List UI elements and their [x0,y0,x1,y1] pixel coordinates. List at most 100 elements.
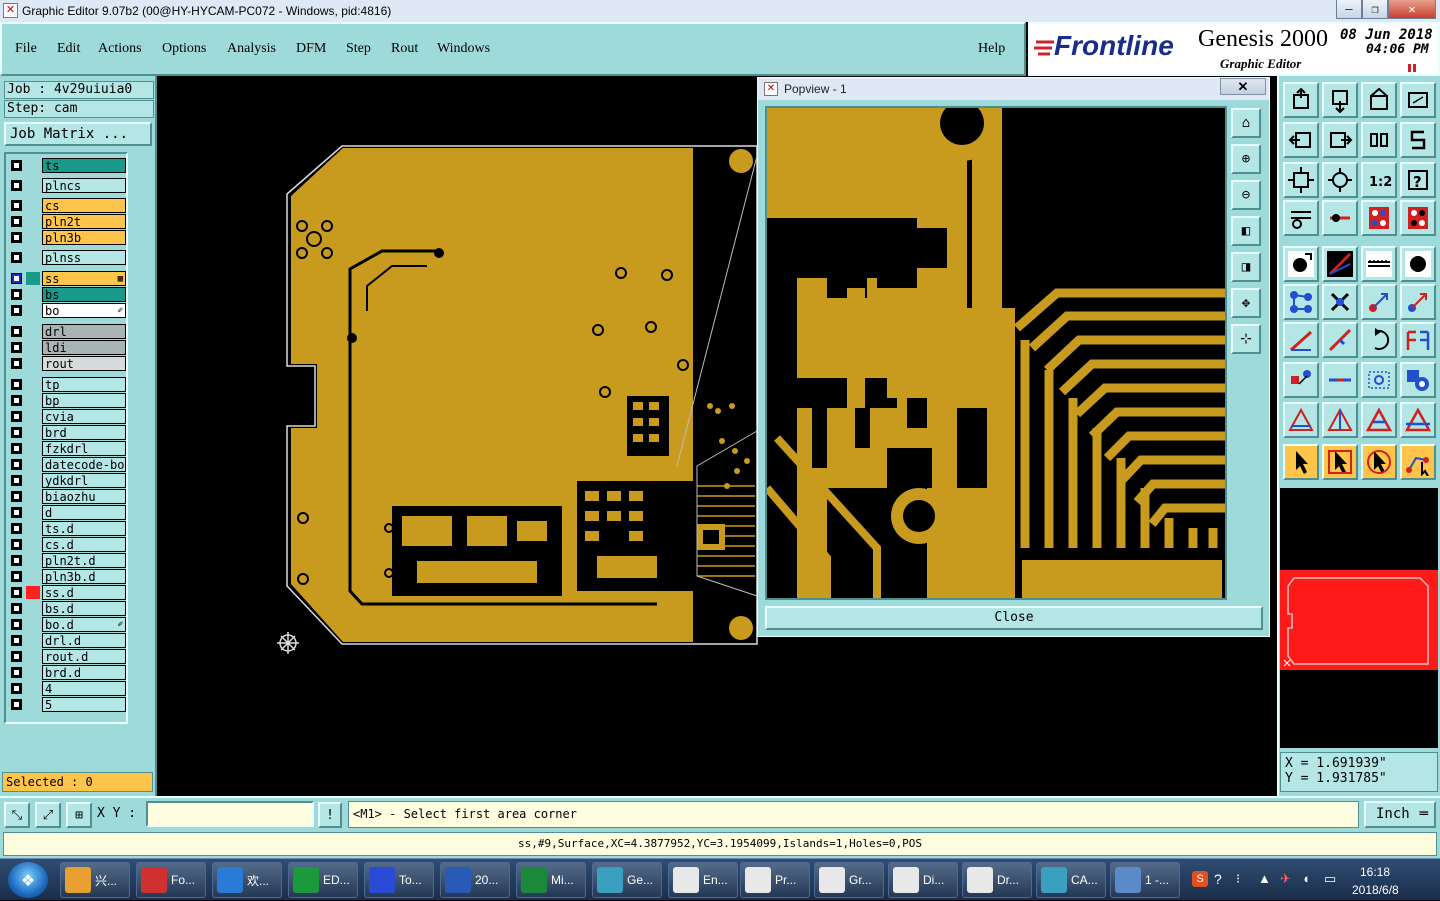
cut-icon[interactable] [1322,362,1358,398]
layer-name[interactable]: rout.d [42,649,126,664]
multi-select-icon[interactable] [1400,444,1436,480]
layer-name[interactable]: d [42,505,126,520]
layer-checkbox[interactable] [11,395,22,406]
grid-mode-icon[interactable]: ⊞ [66,802,92,828]
layer-row-datecode-bo[interactable]: datecode-bo [8,457,126,472]
layer-name[interactable]: 4 [42,681,126,696]
layer-row-drl[interactable]: drl [8,324,126,339]
layer-row-rout-d[interactable]: rout.d [8,649,126,664]
pv-center-icon[interactable]: ⊹ [1231,324,1261,354]
nodes-icon[interactable] [1283,284,1319,320]
taskbar-item[interactable]: Mi... [516,862,586,898]
layer-checkbox[interactable] [11,289,22,300]
layer-row-biaozhu[interactable]: biaozhu [8,489,126,504]
layer-row-plncs[interactable]: plncs [8,178,126,193]
layer-row-cs[interactable]: cs [8,198,126,213]
layer-row-d[interactable]: d [8,505,126,520]
layer-row-bo-d[interactable]: bo.d ✐ [8,617,126,632]
layer-affected-swatch[interactable] [26,586,40,599]
popview-close-button[interactable]: Close [765,606,1263,630]
zoom-area-icon[interactable] [1400,82,1436,118]
layer-row-plnss[interactable]: plnss [8,250,126,265]
layer-checkbox[interactable] [11,427,22,438]
menu-rout[interactable]: Rout [391,41,418,57]
net-pointer-icon[interactable] [1361,444,1397,480]
show-hidden-icon[interactable]: ▲ [1258,871,1271,886]
restore-button[interactable]: ❐ [1362,0,1388,19]
layer-name[interactable]: drl [42,324,126,339]
pv-zoom-out-icon[interactable]: ⊖ [1231,180,1261,210]
layer-name[interactable]: ss.d [42,585,126,600]
layer-name[interactable]: bp [42,393,126,408]
menu-analysis[interactable]: Analysis [227,41,276,57]
layer-row-5[interactable]: 5 [8,697,126,712]
layer-name[interactable]: ts.d [42,521,126,536]
layer-name[interactable]: datecode-bo [42,457,126,472]
layer-name[interactable]: brd.d [42,665,126,680]
layer-name[interactable]: cvia [42,409,126,424]
layer-checkbox[interactable] [11,326,22,337]
layer-checkbox[interactable] [11,539,22,550]
xy-input[interactable] [146,801,314,827]
cross-icon[interactable] [1322,284,1358,320]
popview-close-x-button[interactable]: ✕ [1220,78,1266,95]
close-window-button[interactable]: ✕ [1388,0,1436,19]
layer-checkbox[interactable] [11,200,22,211]
mirror-feature-icon[interactable] [1400,322,1436,358]
layer-compare-icon[interactable] [1361,200,1397,236]
taskbar-item[interactable]: Di... [888,862,958,898]
add-surface-icon[interactable] [1400,246,1436,282]
layer-checkbox[interactable] [11,216,22,227]
query-icon[interactable]: ? [1400,162,1436,198]
area-select-2-icon[interactable] [1322,402,1358,438]
layer-name[interactable]: tp [42,377,126,392]
select-pointer-icon[interactable] [1322,444,1358,480]
layer-checkbox[interactable] [11,160,22,171]
pan-left-icon[interactable] [1283,122,1319,158]
display-icon[interactable]: ▭ [1324,871,1336,887]
alert-button[interactable]: ! [318,802,342,828]
copy-icon[interactable] [1400,362,1436,398]
layer-checkbox[interactable] [11,252,22,263]
layer-row-bp[interactable]: bp [8,393,126,408]
edit-arc-icon[interactable] [1322,322,1358,358]
layer-row-rout[interactable]: rout [8,356,126,371]
layer-checkbox[interactable] [11,358,22,369]
taskbar-item[interactable]: CA... [1036,862,1106,898]
taskbar-item[interactable]: 20... [440,862,510,898]
layer-checkbox[interactable] [11,571,22,582]
layer-name[interactable]: 5 [42,697,126,712]
layer-checkbox[interactable] [11,411,22,422]
zoom-home-icon[interactable] [1361,82,1397,118]
layer-name[interactable]: bo.d ✐ [42,617,126,632]
layer-row-pln2t-d[interactable]: pln2t.d [8,553,126,568]
layer-name[interactable]: brd [42,425,126,440]
layer-checkbox[interactable] [11,619,22,630]
layer-checkbox[interactable] [11,491,22,502]
mirror-icon[interactable] [1361,122,1397,158]
layer-row-ldi[interactable]: ldi [8,340,126,355]
volume-icon[interactable]: ◖ [1302,871,1310,886]
layer-checkbox[interactable] [11,523,22,534]
layer-row-ts-d[interactable]: ts.d [8,521,126,536]
pv-zoom-home-icon[interactable]: ⌂ [1231,108,1261,138]
layer-row-bo[interactable]: bo ✐ [8,303,126,318]
clock-date[interactable]: 2018/6/8 [1352,883,1399,897]
taskbar-item[interactable]: Fo... [136,862,206,898]
move-line-icon[interactable] [1400,284,1436,320]
start-button[interactable]: ❖ [8,862,48,898]
layer-row-brd[interactable]: brd [8,425,126,440]
layer-row-drl-d[interactable]: drl.d [8,633,126,648]
redraw-icon[interactable] [1400,122,1436,158]
layer-affected-swatch[interactable] [26,272,40,285]
layer-checkbox[interactable] [11,651,22,662]
layer-name[interactable]: biaozhu [42,489,126,504]
taskbar-item[interactable]: Gr... [814,862,884,898]
layer-row-bs-d[interactable]: bs.d [8,601,126,616]
taskbar-item[interactable]: To... [364,862,434,898]
layer-checkbox[interactable] [11,379,22,390]
layer-checkbox[interactable] [11,273,22,284]
layer-checkbox[interactable] [11,699,22,710]
layer-row-pln2t[interactable]: pln2t [8,214,126,229]
menu-edit[interactable]: Edit [57,41,80,57]
